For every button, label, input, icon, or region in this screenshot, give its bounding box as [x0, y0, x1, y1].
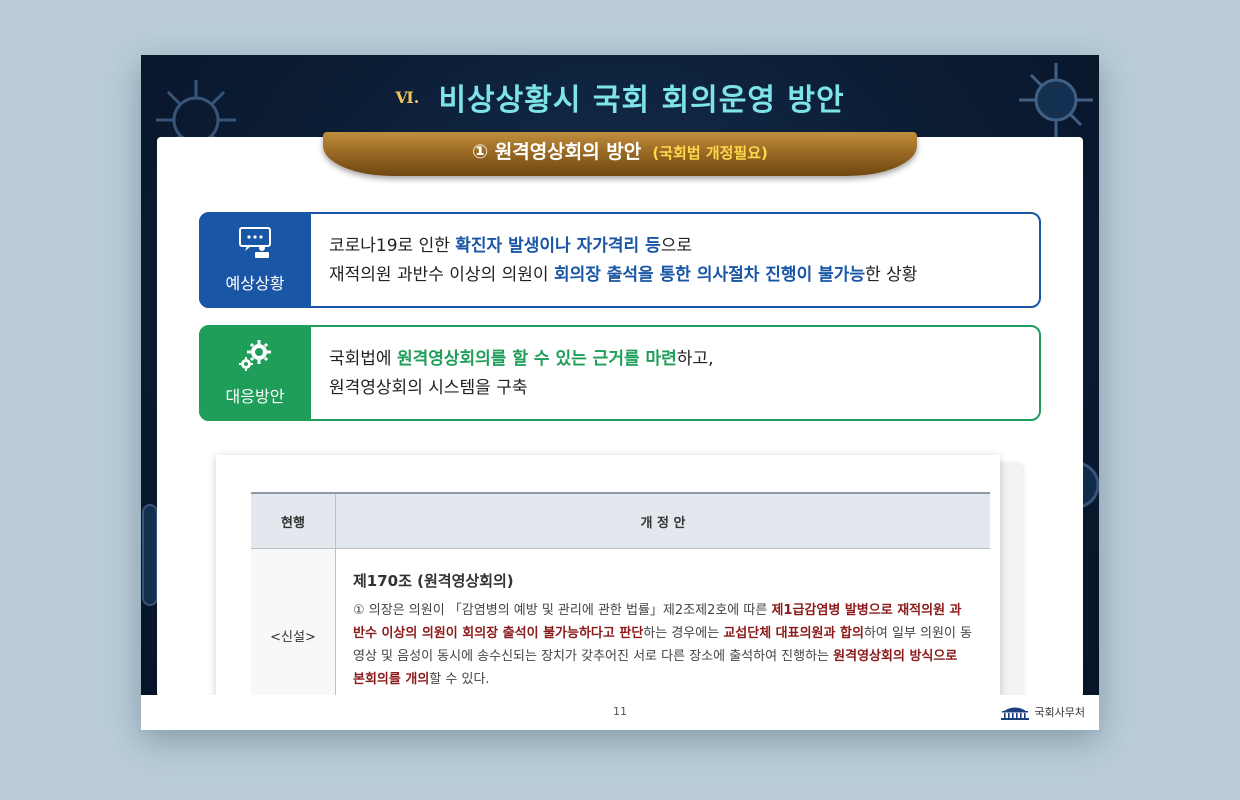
- organization-name: 국회사무처: [1034, 706, 1085, 719]
- card-line: 코로나19로 인한 확진자 발생이나 자가격리 등으로: [329, 232, 1029, 261]
- assembly-building-icon: [1001, 707, 1030, 720]
- title-row: Ⅵ. 비상상황시 국회 회의운영 방안: [141, 75, 1099, 119]
- gears-icon: [239, 340, 271, 371]
- column-header-current: 현행: [251, 492, 336, 549]
- card-line: 재적의원 과반수 이상의 의원이 회의장 출석을 통한 의사절차 진행이 불가능…: [329, 261, 1029, 290]
- text-span: 으로: [660, 236, 692, 256]
- subtitle-ribbon: ① 원격영상회의 방안 (국회법 개정필요): [323, 132, 917, 176]
- article-body: ① 의장은 의원이 「감염병의 예방 및 관리에 관한 법률」제2조제2호에 따…: [353, 599, 973, 691]
- ribbon-note: (국회법 개정필요): [652, 144, 768, 162]
- page-title: 비상상황시 국회 회의운영 방안: [438, 83, 845, 118]
- text-span: 코로나19로 인한: [329, 236, 456, 256]
- highlight-text: 회의장 출석을 통한 의사절차 진행이 불가능: [553, 265, 866, 285]
- text-span: ① 의장은 의원이 「감염병의 예방 및 관리에 관한 법률」제2조제2호에 따…: [353, 603, 772, 618]
- table-header-row: 현행 개 정 안: [251, 492, 990, 549]
- text-span: 하고,: [676, 349, 714, 369]
- video-meeting-icon: [239, 227, 271, 258]
- slide-footer: 11 국회사무처: [141, 695, 1099, 730]
- card-label-box: 예상상황: [199, 212, 311, 308]
- text-span: 한 상황: [865, 265, 918, 285]
- card-label: 예상상황: [225, 274, 285, 293]
- card-line: 국회법에 원격영상회의를 할 수 있는 근거를 마련하고,: [329, 345, 1029, 374]
- organization-logo: 국회사무처: [1000, 704, 1085, 720]
- amendment-table: 현행 개 정 안 <신설> 제170조 (원격영상회의) ① 의장은 의원이 「…: [251, 492, 990, 721]
- text-span: 할 수 있다.: [429, 672, 490, 687]
- text-span: 원격영상회의 시스템을 구축: [329, 378, 528, 398]
- article-title: 제170조 (원격영상회의): [353, 572, 514, 590]
- ribbon-title: ① 원격영상회의 방안: [472, 141, 642, 163]
- expected-situation-card: 예상상황 코로나19로 인한 확진자 발생이나 자가격리 등으로 재적의원 과반…: [199, 212, 1041, 308]
- card-text: 코로나19로 인한 확진자 발생이나 자가격리 등으로 재적의원 과반수 이상의…: [329, 232, 1029, 290]
- highlight-text: 원격영상회의를 할 수 있는 근거를 마련: [396, 349, 677, 369]
- highlight-text: 확진자 발생이나 자가격리 등: [455, 236, 661, 256]
- card-line: 원격영상회의 시스템을 구축: [329, 374, 1029, 403]
- text-span: 하는 경우에는: [643, 626, 724, 641]
- card-text: 국회법에 원격영상회의를 할 수 있는 근거를 마련하고, 원격영상회의 시스템…: [329, 345, 1029, 403]
- amendment-document: 현행 개 정 안 <신설> 제170조 (원격영상회의) ① 의장은 의원이 「…: [216, 455, 1000, 721]
- card-label: 대응방안: [225, 387, 285, 406]
- page-number: 11: [613, 705, 627, 718]
- text-span: 국회법에: [329, 349, 397, 369]
- section-numeral: Ⅵ.: [395, 87, 420, 107]
- text-span: 재적의원 과반수 이상의 의원이: [329, 265, 554, 285]
- response-plan-card: 대응방안 국회법에 원격영상회의를 할 수 있는 근거를 마련하고, 원격영상회…: [199, 325, 1041, 421]
- card-label-box: 대응방안: [199, 325, 311, 421]
- highlight-text: 교섭단체 대표의원과 합의: [723, 626, 864, 641]
- slide: Ⅵ. 비상상황시 국회 회의운영 방안 ① 원격영상회의 방안 (국회법 개정필…: [141, 55, 1099, 730]
- column-header-amendment: 개 정 안: [335, 492, 990, 549]
